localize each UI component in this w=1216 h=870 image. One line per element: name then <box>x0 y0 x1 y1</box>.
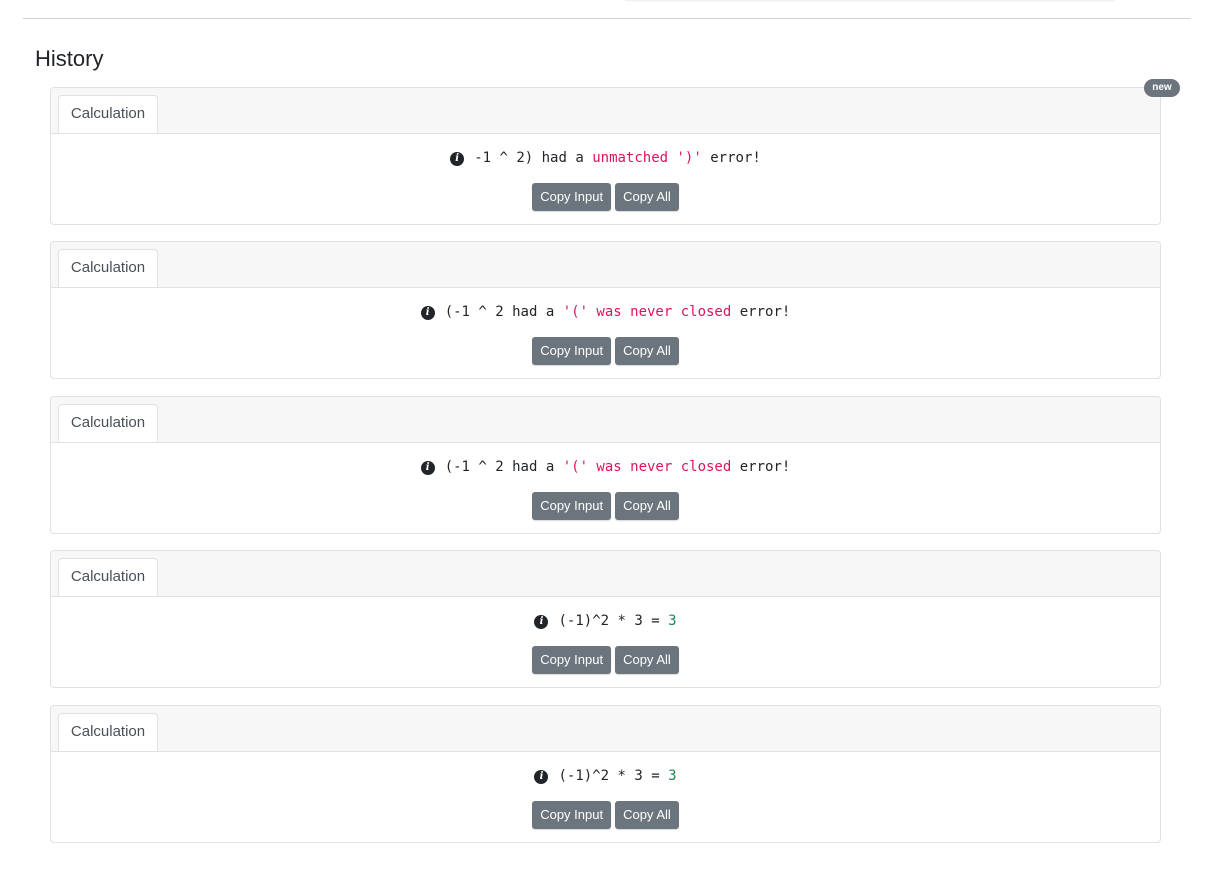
result-line: i -1 ^ 2) had a unmatched ')' error! <box>51 148 1160 168</box>
button-row: Copy Input Copy All <box>51 183 1160 211</box>
copy-all-button[interactable]: Copy All <box>615 337 679 365</box>
connector-text: had a <box>503 304 563 320</box>
new-badge: new <box>1144 79 1180 97</box>
equals-sign: = <box>642 768 669 784</box>
card-header: Calculation <box>51 551 1160 597</box>
info-circle-icon[interactable]: i <box>420 306 435 320</box>
result-value: 3 <box>668 768 677 784</box>
info-circle-icon[interactable]: i <box>420 461 435 475</box>
history-title: History <box>35 46 104 71</box>
result-value: 3 <box>668 613 677 629</box>
connector-text: had a <box>533 150 593 166</box>
result-line: i (-1)^2 * 3 = 3 <box>51 611 1160 631</box>
result-line: i (-1)^2 * 3 = 3 <box>51 766 1160 786</box>
history-card: Calculation i (-1 ^ 2 had a '(' was never… <box>50 241 1161 379</box>
copy-input-button[interactable]: Copy Input <box>532 801 612 829</box>
history-card: Calculation i (-1 ^ 2 had a '(' was never… <box>50 396 1161 534</box>
info-circle-icon[interactable]: i <box>450 152 465 166</box>
card-header: Calculation <box>51 397 1160 443</box>
copy-input-button[interactable]: Copy Input <box>532 183 612 211</box>
expression: -1 ^ 2) <box>474 150 534 166</box>
error-message: '(' was never closed <box>562 459 732 475</box>
top-shadow <box>625 0 1115 2</box>
copy-all-button[interactable]: Copy All <box>615 801 679 829</box>
copy-all-button[interactable]: Copy All <box>615 492 679 520</box>
connector-text: had a <box>503 459 563 475</box>
card-header: Calculation <box>51 88 1160 134</box>
copy-all-button[interactable]: Copy All <box>615 183 679 211</box>
copy-input-button[interactable]: Copy Input <box>532 646 612 674</box>
button-row: Copy Input Copy All <box>51 646 1160 674</box>
copy-input-button[interactable]: Copy Input <box>532 492 612 520</box>
button-row: Copy Input Copy All <box>51 801 1160 829</box>
tab-calculation[interactable]: Calculation <box>58 249 158 287</box>
tab-calculation[interactable]: Calculation <box>58 95 158 133</box>
button-row: Copy Input Copy All <box>51 337 1160 365</box>
tab-calculation[interactable]: Calculation <box>58 713 158 751</box>
history-card: Calculation i (-1)^2 * 3 = 3 Copy Input C… <box>50 705 1161 843</box>
result-line: i (-1 ^ 2 had a '(' was never closed erro… <box>51 457 1160 477</box>
tab-calculation[interactable]: Calculation <box>58 558 158 596</box>
card-header: Calculation <box>51 242 1160 288</box>
expression: (-1)^2 * 3 <box>558 613 643 629</box>
expression: (-1 ^ 2 <box>444 304 504 320</box>
info-circle-icon[interactable]: i <box>534 770 549 784</box>
top-divider <box>23 18 1190 19</box>
result-line: i (-1 ^ 2 had a '(' was never closed erro… <box>51 302 1160 322</box>
error-message: '(' was never closed <box>562 304 732 320</box>
copy-all-button[interactable]: Copy All <box>615 646 679 674</box>
copy-input-button[interactable]: Copy Input <box>532 337 612 365</box>
button-row: Copy Input Copy All <box>51 492 1160 520</box>
history-card: Calculation i (-1)^2 * 3 = 3 Copy Input C… <box>50 550 1161 688</box>
error-message: unmatched ')' <box>592 150 702 166</box>
history-card: Calculation i -1 ^ 2) had a unmatched ')'… <box>50 87 1161 225</box>
expression: (-1)^2 * 3 <box>558 768 643 784</box>
card-header: Calculation <box>51 706 1160 752</box>
info-circle-icon[interactable]: i <box>534 615 549 629</box>
tab-calculation[interactable]: Calculation <box>58 404 158 442</box>
error-suffix: error! <box>731 304 791 320</box>
error-suffix: error! <box>731 459 791 475</box>
expression: (-1 ^ 2 <box>444 459 504 475</box>
equals-sign: = <box>642 613 669 629</box>
error-suffix: error! <box>701 150 761 166</box>
